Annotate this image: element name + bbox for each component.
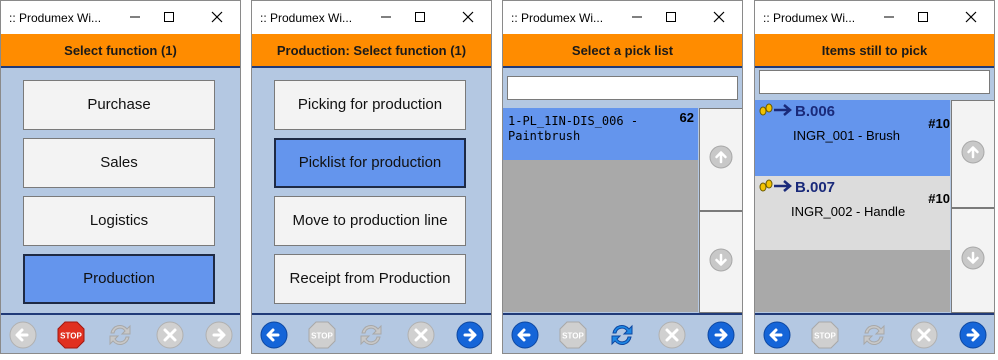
screen-header: Select a pick list [503, 34, 742, 68]
picklist-name-line2: Paintbrush [508, 129, 581, 143]
bin-location: B.007 [759, 178, 835, 196]
stop-icon[interactable]: STOP [56, 320, 86, 350]
picking-for-production-button[interactable]: Picking for production [274, 80, 466, 130]
title-bar: :: Produmex Wi... [1, 1, 240, 34]
footer-toolbar: STOP [252, 313, 491, 353]
window-title: :: Produmex Wi... [763, 11, 856, 25]
forward-arrow-icon [204, 320, 234, 350]
move-to-production-line-button[interactable]: Move to production line [274, 196, 466, 246]
item-description: INGR_002 - Handle [791, 204, 906, 219]
picklist-name-line1: 1-PL_1IN-DIS_006 - [508, 114, 639, 128]
back-arrow-icon[interactable] [762, 320, 792, 350]
forward-arrow-icon[interactable] [958, 320, 988, 350]
back-arrow-icon[interactable] [259, 320, 289, 350]
stop-icon: STOP [558, 320, 588, 350]
scroll-down-button[interactable] [699, 211, 742, 313]
window-items-still-to-pick: :: Produmex Wi... Items still to pick B.… [754, 0, 995, 354]
title-bar: :: Produmex Wi... [755, 1, 994, 34]
picklist-name: 1-PL_1IN-DIS_006 - Paintbrush [508, 114, 638, 144]
bin-code: B.007 [795, 179, 836, 196]
footsteps-arrow-icon [759, 179, 792, 192]
stop-label: STOP [60, 332, 82, 341]
down-arrow-icon [961, 246, 985, 275]
back-arrow-icon[interactable] [510, 320, 540, 350]
screen-header: Select function (1) [1, 34, 240, 68]
scroll-up-button[interactable] [699, 108, 742, 211]
screen-header: Production: Select function (1) [252, 34, 491, 68]
window-title: :: Produmex Wi... [260, 11, 353, 25]
item-quantity: #10 [928, 191, 950, 206]
footer-toolbar: STOP [755, 313, 994, 353]
cancel-icon [909, 320, 939, 350]
footer-toolbar: STOP [503, 313, 742, 353]
logistics-button[interactable]: Logistics [23, 196, 215, 246]
close-icon[interactable] [455, 6, 481, 28]
refresh-icon [356, 320, 386, 350]
window-title: :: Produmex Wi... [511, 11, 604, 25]
minimize-icon[interactable] [373, 6, 399, 28]
maximize-icon[interactable] [910, 6, 936, 28]
cancel-icon [155, 320, 185, 350]
list-item[interactable]: 1-PL_1IN-DIS_006 - Paintbrush 62 [503, 108, 698, 160]
window-production-select-function: :: Produmex Wi... Production: Select fun… [251, 0, 492, 354]
receipt-from-production-button[interactable]: Receipt from Production [274, 254, 466, 304]
refresh-icon[interactable] [607, 320, 637, 350]
back-arrow-icon [8, 320, 38, 350]
footer-toolbar: STOP [1, 313, 240, 353]
up-arrow-icon [709, 145, 733, 174]
close-icon[interactable] [706, 6, 732, 28]
picklist-for-production-button[interactable]: Picklist for production [274, 138, 466, 188]
bin-code: B.006 [795, 103, 836, 120]
scroll-down-button[interactable] [951, 208, 994, 313]
bin-location: B.006 [759, 102, 835, 120]
search-input[interactable] [507, 76, 738, 100]
window-title: :: Produmex Wi... [9, 11, 102, 25]
search-input[interactable] [759, 70, 990, 94]
title-bar: :: Produmex Wi... [252, 1, 491, 34]
stop-icon: STOP [307, 320, 337, 350]
purchase-button[interactable]: Purchase [23, 80, 215, 130]
minimize-icon[interactable] [122, 6, 148, 28]
forward-arrow-icon[interactable] [706, 320, 736, 350]
up-arrow-icon [961, 140, 985, 169]
window-select-function: :: Produmex Wi... Select function (1) Pu… [0, 0, 241, 354]
list-item[interactable]: B.007 INGR_002 - Handle #10 [755, 176, 950, 250]
close-icon[interactable] [958, 6, 984, 28]
scroll-up-button[interactable] [951, 100, 994, 208]
down-arrow-icon [709, 248, 733, 277]
list-item[interactable]: B.006 INGR_001 - Brush #10 [755, 100, 950, 176]
production-button[interactable]: Production [23, 254, 215, 304]
item-description: INGR_001 - Brush [793, 128, 900, 143]
pick-items-list: B.006 INGR_001 - Brush #10 B.007 INGR_00… [755, 100, 950, 312]
minimize-icon[interactable] [876, 6, 902, 28]
picklist-list: 1-PL_1IN-DIS_006 - Paintbrush 62 [503, 108, 698, 312]
refresh-icon [859, 320, 889, 350]
picklist-count: 62 [679, 110, 694, 125]
refresh-icon [105, 320, 135, 350]
maximize-icon[interactable] [156, 6, 182, 28]
forward-arrow-icon[interactable] [455, 320, 485, 350]
cancel-icon [406, 320, 436, 350]
footsteps-arrow-icon [759, 103, 792, 116]
maximize-icon[interactable] [407, 6, 433, 28]
cancel-icon [657, 320, 687, 350]
stop-icon: STOP [810, 320, 840, 350]
maximize-icon[interactable] [658, 6, 684, 28]
close-icon[interactable] [204, 6, 230, 28]
title-bar: :: Produmex Wi... [503, 1, 742, 34]
window-select-pick-list: :: Produmex Wi... Select a pick list 1-P… [502, 0, 743, 354]
minimize-icon[interactable] [624, 6, 650, 28]
stop-label: STOP [562, 332, 584, 341]
screen-header: Items still to pick [755, 34, 994, 68]
stop-label: STOP [311, 332, 333, 341]
sales-button[interactable]: Sales [23, 138, 215, 188]
item-quantity: #10 [928, 116, 950, 131]
stop-label: STOP [814, 332, 836, 341]
